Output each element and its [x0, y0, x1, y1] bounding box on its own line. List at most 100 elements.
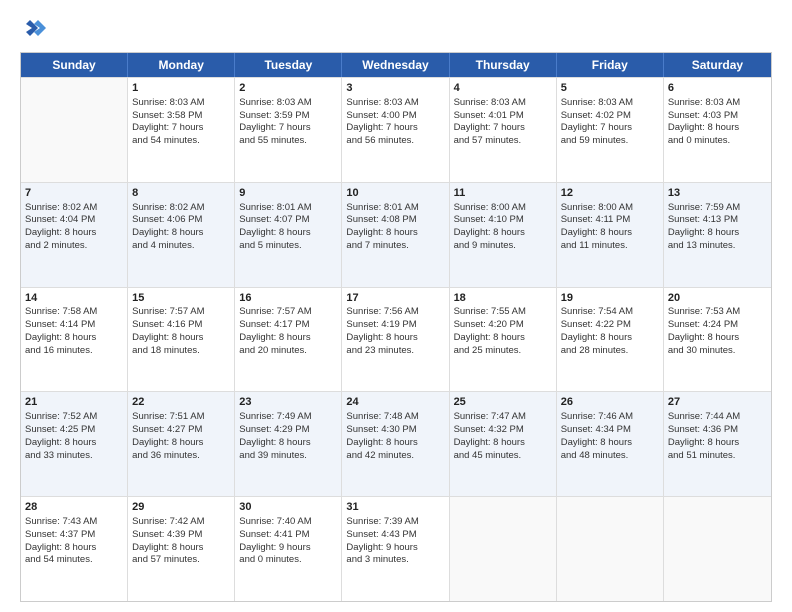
cal-cell-0-1: 1Sunrise: 8:03 AMSunset: 3:58 PMDaylight…: [128, 78, 235, 182]
day-number: 19: [561, 291, 659, 306]
day-info-line: Sunset: 4:01 PM: [454, 110, 552, 123]
cal-cell-4-5: [557, 497, 664, 601]
cal-cell-3-2: 23Sunrise: 7:49 AMSunset: 4:29 PMDayligh…: [235, 392, 342, 496]
day-info-line: Sunrise: 8:03 AM: [132, 97, 230, 110]
day-info-line: Sunset: 3:58 PM: [132, 110, 230, 123]
day-info-line: Sunset: 4:06 PM: [132, 214, 230, 227]
day-info-line: Daylight: 8 hours: [239, 227, 337, 240]
day-info-line: Daylight: 8 hours: [132, 437, 230, 450]
day-info-line: Sunrise: 7:43 AM: [25, 516, 123, 529]
day-number: 26: [561, 395, 659, 410]
day-number: 27: [668, 395, 767, 410]
day-info-line: Sunrise: 8:03 AM: [239, 97, 337, 110]
day-info-line: Sunrise: 7:58 AM: [25, 306, 123, 319]
header-tuesday: Tuesday: [235, 53, 342, 77]
day-info-line: Daylight: 8 hours: [668, 227, 767, 240]
cal-cell-1-6: 13Sunrise: 7:59 AMSunset: 4:13 PMDayligh…: [664, 183, 771, 287]
day-info-line: and 11 minutes.: [561, 240, 659, 253]
cal-cell-0-3: 3Sunrise: 8:03 AMSunset: 4:00 PMDaylight…: [342, 78, 449, 182]
day-info-line: and 25 minutes.: [454, 345, 552, 358]
day-number: 4: [454, 81, 552, 96]
day-info-line: and 57 minutes.: [132, 554, 230, 567]
day-info-line: Sunset: 4:25 PM: [25, 424, 123, 437]
cal-cell-2-6: 20Sunrise: 7:53 AMSunset: 4:24 PMDayligh…: [664, 288, 771, 392]
header-friday: Friday: [557, 53, 664, 77]
day-info-line: Sunset: 4:22 PM: [561, 319, 659, 332]
day-number: 12: [561, 186, 659, 201]
day-number: 30: [239, 500, 337, 515]
day-info-line: Sunrise: 7:57 AM: [132, 306, 230, 319]
day-info-line: Daylight: 8 hours: [346, 332, 444, 345]
cal-cell-0-4: 4Sunrise: 8:03 AMSunset: 4:01 PMDaylight…: [450, 78, 557, 182]
day-number: 29: [132, 500, 230, 515]
logo: [20, 16, 52, 44]
day-info-line: and 23 minutes.: [346, 345, 444, 358]
day-info-line: and 39 minutes.: [239, 450, 337, 463]
day-info-line: and 55 minutes.: [239, 135, 337, 148]
day-number: 13: [668, 186, 767, 201]
day-info-line: and 33 minutes.: [25, 450, 123, 463]
cal-cell-1-1: 8Sunrise: 8:02 AMSunset: 4:06 PMDaylight…: [128, 183, 235, 287]
day-info-line: Sunset: 3:59 PM: [239, 110, 337, 123]
day-number: 16: [239, 291, 337, 306]
day-number: 21: [25, 395, 123, 410]
day-info-line: Sunset: 4:20 PM: [454, 319, 552, 332]
day-info-line: Sunrise: 8:02 AM: [25, 202, 123, 215]
day-number: 1: [132, 81, 230, 96]
cal-cell-4-0: 28Sunrise: 7:43 AMSunset: 4:37 PMDayligh…: [21, 497, 128, 601]
day-info-line: Sunrise: 8:03 AM: [454, 97, 552, 110]
calendar-row-2: 14Sunrise: 7:58 AMSunset: 4:14 PMDayligh…: [21, 287, 771, 392]
day-info-line: Daylight: 8 hours: [239, 437, 337, 450]
day-info-line: Sunset: 4:11 PM: [561, 214, 659, 227]
calendar-row-0: 1Sunrise: 8:03 AMSunset: 3:58 PMDaylight…: [21, 77, 771, 182]
day-info-line: and 20 minutes.: [239, 345, 337, 358]
day-info-line: Sunrise: 7:39 AM: [346, 516, 444, 529]
day-info-line: Sunset: 4:29 PM: [239, 424, 337, 437]
day-info-line: Daylight: 7 hours: [132, 122, 230, 135]
day-info-line: Sunset: 4:13 PM: [668, 214, 767, 227]
day-info-line: Daylight: 8 hours: [454, 437, 552, 450]
cal-cell-0-5: 5Sunrise: 8:03 AMSunset: 4:02 PMDaylight…: [557, 78, 664, 182]
day-number: 8: [132, 186, 230, 201]
day-info-line: and 2 minutes.: [25, 240, 123, 253]
day-number: 14: [25, 291, 123, 306]
day-info-line: and 57 minutes.: [454, 135, 552, 148]
calendar-body: 1Sunrise: 8:03 AMSunset: 3:58 PMDaylight…: [21, 77, 771, 601]
day-info-line: Sunrise: 7:53 AM: [668, 306, 767, 319]
day-info-line: Daylight: 8 hours: [132, 542, 230, 555]
cal-cell-3-4: 25Sunrise: 7:47 AMSunset: 4:32 PMDayligh…: [450, 392, 557, 496]
day-info-line: Daylight: 8 hours: [25, 332, 123, 345]
cal-cell-3-5: 26Sunrise: 7:46 AMSunset: 4:34 PMDayligh…: [557, 392, 664, 496]
cal-cell-1-5: 12Sunrise: 8:00 AMSunset: 4:11 PMDayligh…: [557, 183, 664, 287]
day-info-line: Sunrise: 7:57 AM: [239, 306, 337, 319]
day-info-line: Sunset: 4:41 PM: [239, 529, 337, 542]
day-info-line: Sunrise: 8:00 AM: [454, 202, 552, 215]
day-number: 2: [239, 81, 337, 96]
day-info-line: Sunrise: 8:01 AM: [239, 202, 337, 215]
day-info-line: Sunrise: 8:03 AM: [346, 97, 444, 110]
day-info-line: and 36 minutes.: [132, 450, 230, 463]
day-number: 23: [239, 395, 337, 410]
day-info-line: Daylight: 8 hours: [25, 542, 123, 555]
day-info-line: Daylight: 8 hours: [561, 332, 659, 345]
day-info-line: and 7 minutes.: [346, 240, 444, 253]
cal-cell-2-5: 19Sunrise: 7:54 AMSunset: 4:22 PMDayligh…: [557, 288, 664, 392]
day-info-line: Sunrise: 7:59 AM: [668, 202, 767, 215]
day-info-line: and 51 minutes.: [668, 450, 767, 463]
day-info-line: Daylight: 8 hours: [346, 227, 444, 240]
header-sunday: Sunday: [21, 53, 128, 77]
day-info-line: Sunrise: 7:47 AM: [454, 411, 552, 424]
day-info-line: Daylight: 7 hours: [454, 122, 552, 135]
day-number: 6: [668, 81, 767, 96]
day-info-line: Daylight: 8 hours: [668, 122, 767, 135]
day-info-line: Sunset: 4:03 PM: [668, 110, 767, 123]
day-info-line: Sunset: 4:39 PM: [132, 529, 230, 542]
day-info-line: Sunrise: 8:02 AM: [132, 202, 230, 215]
day-info-line: Sunset: 4:43 PM: [346, 529, 444, 542]
day-info-line: Daylight: 8 hours: [668, 332, 767, 345]
cal-cell-0-0: [21, 78, 128, 182]
day-info-line: Daylight: 8 hours: [454, 332, 552, 345]
day-info-line: and 45 minutes.: [454, 450, 552, 463]
day-info-line: Sunrise: 7:51 AM: [132, 411, 230, 424]
cal-cell-3-0: 21Sunrise: 7:52 AMSunset: 4:25 PMDayligh…: [21, 392, 128, 496]
